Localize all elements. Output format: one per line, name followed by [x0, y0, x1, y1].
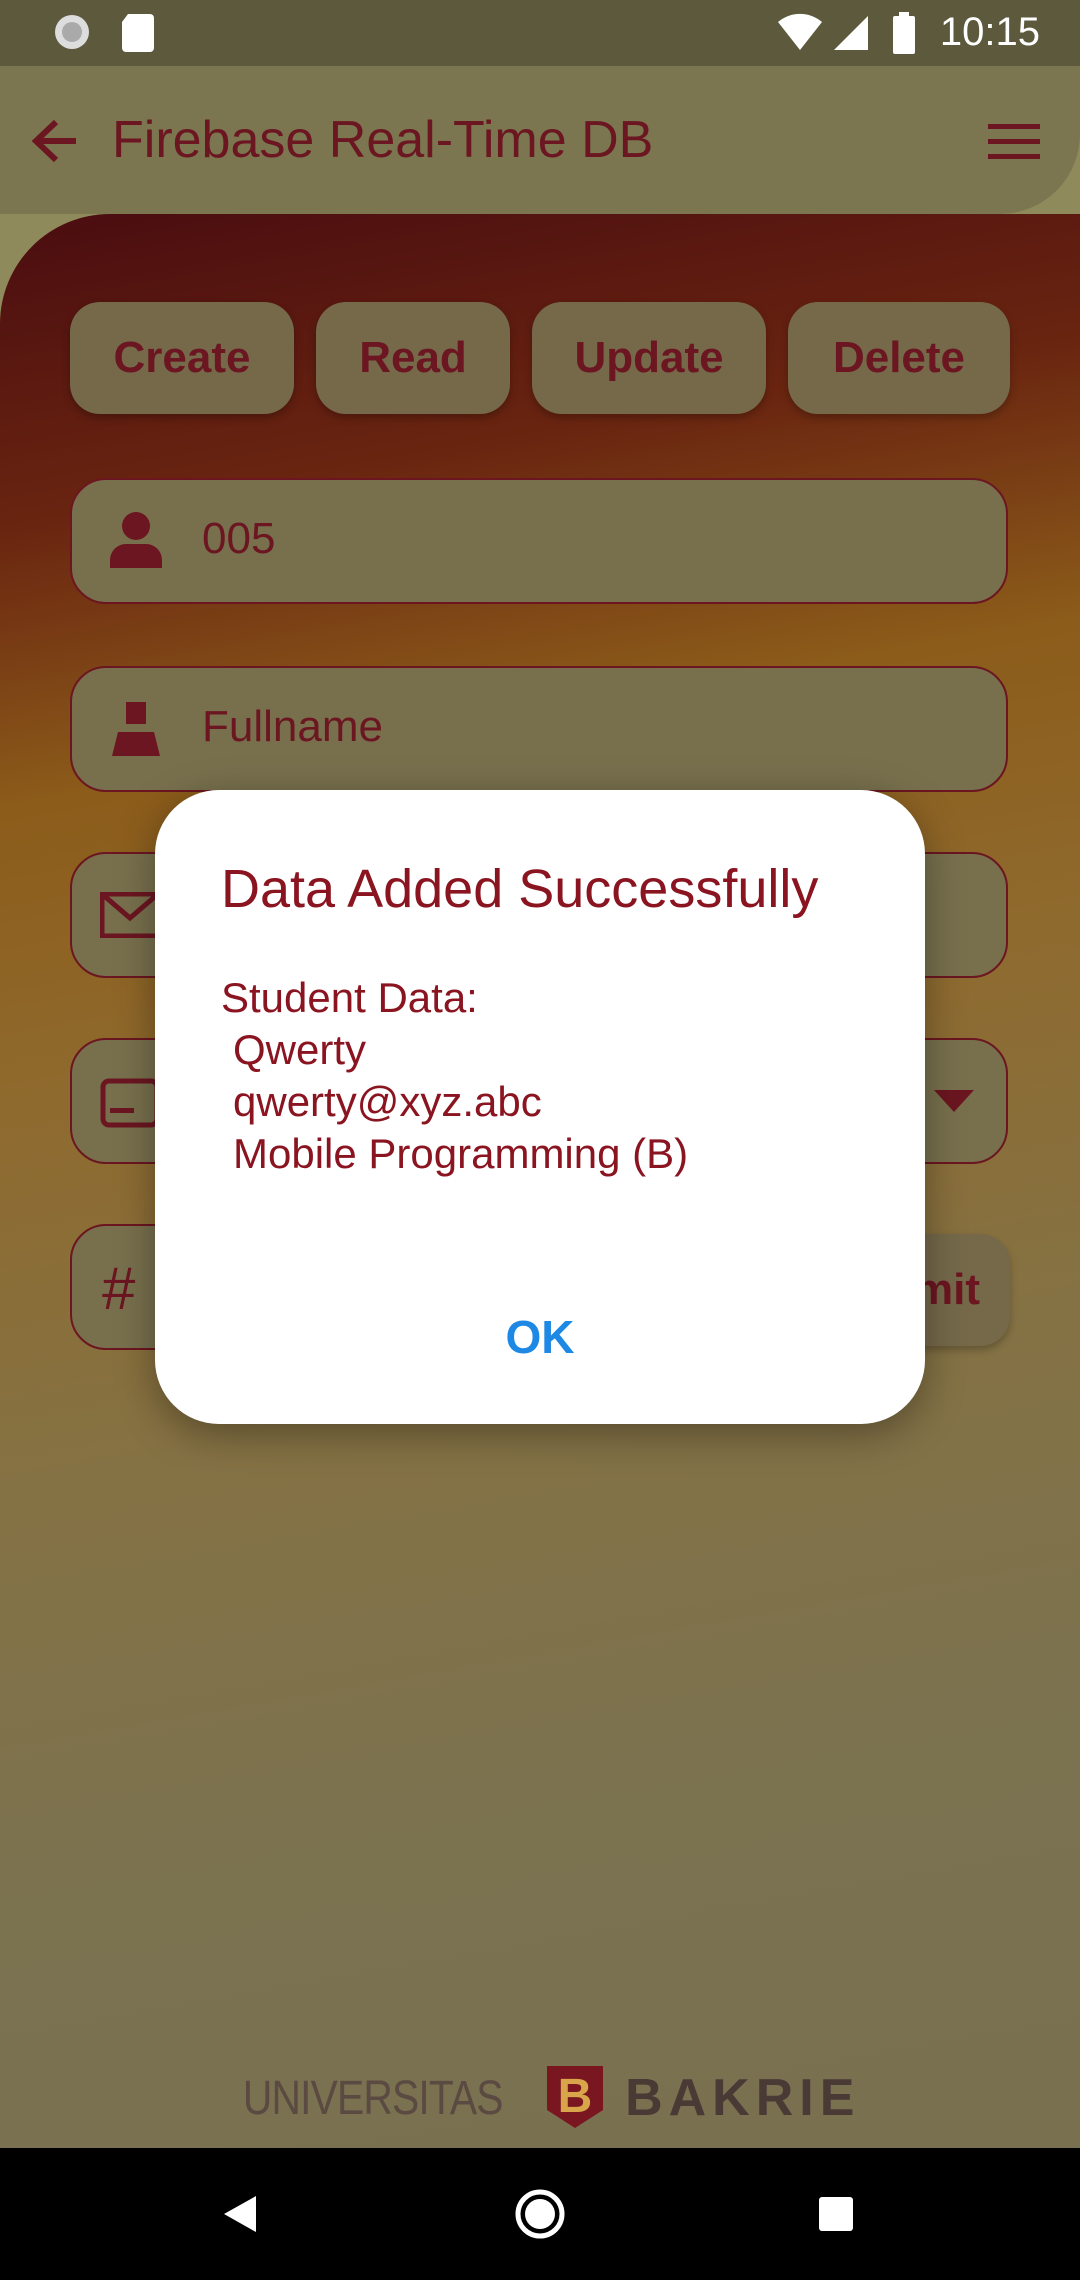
- success-dialog: Data Added Successfully Student Data: Qw…: [155, 790, 925, 1424]
- back-nav-icon[interactable]: [222, 2194, 258, 2239]
- student-name: Qwerty: [233, 1026, 367, 1073]
- logo-right-text: BAKRIE: [625, 2069, 861, 2127]
- recents-nav-icon[interactable]: [818, 2196, 854, 2237]
- university-logo: UNIVERSITAS B BAKRIE: [0, 2060, 1080, 2136]
- svg-text:B: B: [558, 2070, 593, 2123]
- home-nav-icon[interactable]: [514, 2188, 566, 2245]
- dialog-body: Student Data: Qwerty qwerty@xyz.abc Mobi…: [221, 972, 688, 1180]
- logo-emblem-icon: B: [543, 2062, 607, 2135]
- logo-left-text: UNIVERSITAS: [242, 2071, 503, 2125]
- student-data-heading: Student Data:: [221, 974, 478, 1021]
- ok-button[interactable]: OK: [155, 1310, 925, 1364]
- dialog-title: Data Added Successfully: [221, 859, 819, 919]
- system-nav-bar: [0, 2148, 1080, 2280]
- student-course: Mobile Programming (B): [233, 1130, 689, 1177]
- student-email: qwerty@xyz.abc: [233, 1078, 542, 1125]
